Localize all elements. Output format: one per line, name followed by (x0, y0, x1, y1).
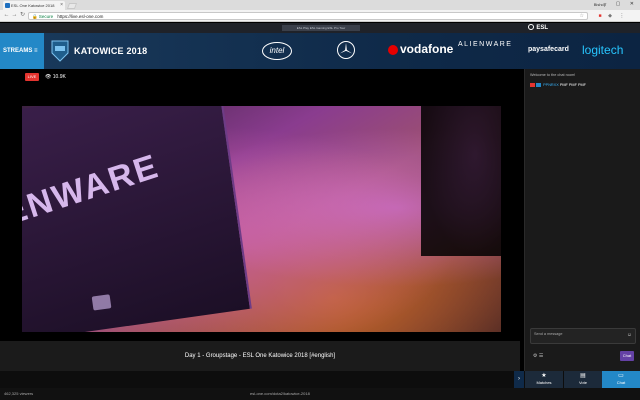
event-title[interactable]: KATOWICE 2018 (74, 46, 147, 56)
lock-icon: 🔒 (32, 14, 38, 19)
vodafone-mark-icon (388, 44, 398, 55)
chat-welcome: Welcome to the chat room! (530, 73, 576, 77)
crate-text: ENWARE (22, 147, 164, 234)
viewer-count: 👁 10.9K (45, 73, 66, 81)
eye-icon: 👁 (45, 74, 52, 80)
alienware-logo[interactable]: ALIENWARE (458, 41, 512, 48)
esl-brand-label: ESL (536, 25, 548, 31)
background-shadow (421, 106, 501, 256)
address-bar[interactable]: 🔒 Secure https://live.esl-one.com ☆ (28, 12, 588, 20)
settings-gear-icon[interactable]: ⚙ (533, 353, 537, 359)
status-viewers: 462,325 viewers (4, 391, 34, 396)
viewer-count-value: 10.9K (52, 74, 66, 80)
tab-vote-label: Vote (578, 380, 587, 385)
intel-logo[interactable]: intel (262, 42, 292, 60)
favicon-icon (5, 3, 10, 8)
chat-panel: Welcome to the chat room! PPNRXX PMF PMF… (524, 69, 640, 371)
list-icon[interactable]: ☰ (539, 353, 543, 359)
new-tab-button[interactable] (66, 3, 78, 9)
live-badge: LIVE (25, 73, 39, 81)
chat-username[interactable]: PPNRXX (543, 83, 559, 87)
crate-handle (91, 294, 112, 311)
badge-icon (530, 83, 535, 87)
star-icon: ★ (541, 373, 547, 379)
network-links[interactable]: ESL Play ESL Gaming ESL Pro Tour (282, 25, 360, 31)
tab-chat[interactable]: ▭ Chat (602, 371, 640, 388)
chat-send-button[interactable]: Chat (620, 351, 634, 361)
vodafone-label: vodafone (400, 42, 454, 56)
paysafecard-logo[interactable]: paysafecard (528, 46, 569, 53)
emoji-icon[interactable]: ☺ (627, 332, 632, 338)
logitech-logo[interactable]: logitech (582, 43, 623, 57)
reload-icon[interactable]: ↻ (18, 11, 27, 20)
extension-icon[interactable]: ■ (596, 12, 604, 20)
status-bar: 462,325 viewers esl-one.com/dota2/katowi… (0, 388, 640, 400)
bookmark-star-icon[interactable]: ☆ (580, 13, 584, 20)
tab-matches[interactable]: ★ Matches (525, 371, 563, 388)
browser-tab[interactable]: ESL One Katowice 2018 × (3, 1, 65, 10)
alienware-crate: ENWARE (22, 106, 252, 332)
window-controls[interactable]: – ▢ ✕ (604, 0, 638, 9)
secure-label: Secure (38, 14, 54, 19)
collapse-chevron-icon[interactable]: › (514, 371, 524, 388)
chat-input[interactable]: Send a message ☺ (530, 328, 636, 344)
chat-tools: ⚙ ☰ (533, 353, 543, 359)
tab-chat-label: Chat (616, 380, 626, 385)
stream-area: LIVE 👁 10.9K ENWARE Day 1 - Groupstage -… (0, 69, 520, 371)
chat-text: PMF PMF PMF (559, 83, 586, 87)
tab-title: ESL One Katowice 2018 (11, 3, 55, 8)
esl-one-logo-icon[interactable] (50, 39, 70, 63)
url-text: https://live.esl-one.com (57, 14, 104, 19)
tab-vote[interactable]: ▤ Vote (564, 371, 602, 388)
mercedes-logo-icon[interactable] (337, 41, 355, 59)
close-tab-icon[interactable]: × (60, 1, 63, 10)
tab-strip: ESL One Katowice 2018 × Bishop – ▢ ✕ (0, 0, 640, 10)
esl-network-bar: ESL Play ESL Gaming ESL Pro Tour ESL (0, 23, 640, 33)
esl-logo-icon (528, 24, 535, 31)
stream-title: Day 1 - Groupstage - ESL One Katowice 20… (0, 341, 520, 371)
extension-icon-2[interactable]: ◆ (606, 12, 614, 20)
chat-placeholder: Send a message (534, 332, 563, 336)
chat-icon: ▭ (618, 373, 624, 379)
esl-brand[interactable]: ESL (528, 24, 548, 32)
streams-menu-button[interactable]: STREAMS ≡ (0, 33, 44, 69)
vote-icon: ▤ (580, 373, 586, 379)
badge-icon (536, 83, 542, 87)
video-player[interactable]: ENWARE (22, 106, 501, 332)
status-url: esl-one.com/dota2/katowice-2018 (250, 391, 310, 396)
site-header: STREAMS ≡ KATOWICE 2018 intel vodafone A… (0, 33, 640, 69)
vodafone-logo[interactable]: vodafone (388, 42, 453, 56)
browser-toolbar: ← → ↻ 🔒 Secure https://live.esl-one.com … (0, 10, 640, 22)
tab-matches-label: Matches (536, 380, 552, 385)
menu-icon[interactable]: ⋮ (618, 12, 626, 20)
chat-message: PPNRXX PMF PMF PMF (530, 83, 586, 87)
browser-window: ESL One Katowice 2018 × Bishop – ▢ ✕ ← →… (0, 0, 640, 400)
